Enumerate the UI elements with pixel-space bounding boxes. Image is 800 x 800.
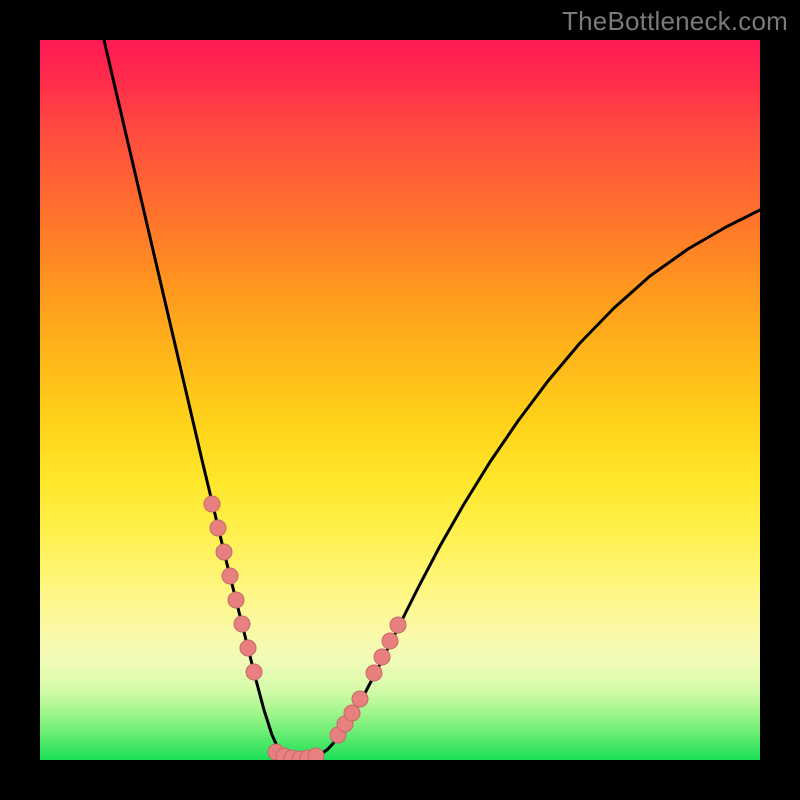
watermark-text: TheBottleneck.com <box>562 6 788 37</box>
marker-dot <box>374 649 390 665</box>
chart-svg <box>40 40 760 760</box>
marker-dot <box>352 691 368 707</box>
marker-dot <box>308 748 324 760</box>
bottleneck-curve <box>104 40 760 759</box>
marker-dot <box>234 616 250 632</box>
marker-dot <box>240 640 256 656</box>
marker-dot <box>390 617 406 633</box>
chart-frame: TheBottleneck.com <box>0 0 800 800</box>
marker-dots <box>204 496 406 760</box>
marker-dot <box>222 568 238 584</box>
marker-dot <box>246 664 262 680</box>
marker-dot <box>228 592 244 608</box>
marker-dot <box>366 665 382 681</box>
marker-dot <box>204 496 220 512</box>
marker-dot <box>382 633 398 649</box>
marker-dot <box>344 705 360 721</box>
marker-dot <box>216 544 232 560</box>
marker-dot <box>210 520 226 536</box>
plot-area <box>40 40 760 760</box>
